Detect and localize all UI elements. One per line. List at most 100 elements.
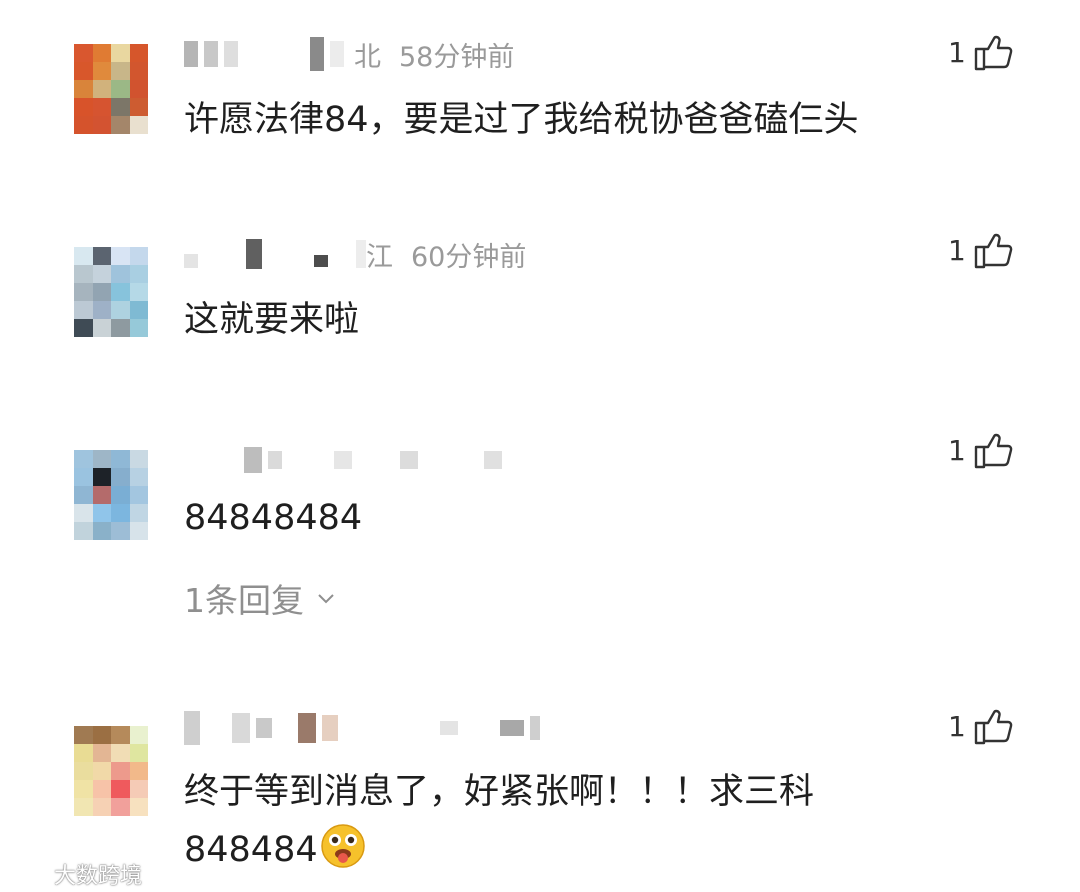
- comment-text: 许愿法律84，要是过了我给税协爸爸磕仨头: [184, 100, 859, 140]
- like-count: 1: [948, 233, 966, 267]
- avatar[interactable]: [74, 44, 148, 134]
- avatar-pixel: [74, 522, 93, 540]
- avatar-pixel: [111, 726, 130, 744]
- comment-text-number: 848484: [184, 830, 318, 870]
- avatar-pixel: [74, 265, 93, 283]
- thumbs-up-icon: [974, 709, 1013, 745]
- avatar-pixel: [92, 486, 111, 504]
- avatar-pixel: [74, 116, 93, 134]
- chevron-down-icon: [318, 594, 334, 604]
- like-button[interactable]: 1: [948, 30, 1014, 74]
- avatar-pixel: [111, 486, 130, 504]
- comment-time: 58分钟前: [399, 41, 515, 73]
- avatar-pixel: [111, 762, 130, 780]
- avatar-pixel: [129, 798, 148, 816]
- avatar-pixel: [92, 62, 111, 80]
- avatar-pixel: [129, 283, 148, 301]
- avatar-pixel: [129, 116, 148, 134]
- avatar-pixel: [74, 780, 93, 798]
- avatar[interactable]: [74, 247, 148, 337]
- watermark-logo-icon: [11, 867, 50, 884]
- comment-time: 60分钟前: [411, 241, 527, 273]
- avatar-pixel: [74, 319, 93, 337]
- avatar-pixel: [74, 726, 93, 744]
- avatar-pixel: [92, 98, 111, 116]
- avatar-pixel: [129, 504, 148, 522]
- avatar-pixel: [74, 44, 93, 62]
- avatar-pixel: [129, 98, 148, 116]
- avatar-pixel: [111, 780, 130, 798]
- avatar-pixel: [74, 301, 93, 319]
- avatar-pixel: [111, 80, 130, 98]
- watermark: 大数跨境: [10, 858, 142, 890]
- avatar-pixel: [92, 726, 111, 744]
- avatar-pixel: [129, 80, 148, 98]
- avatar[interactable]: [74, 450, 148, 540]
- avatar-pixel: [111, 283, 130, 301]
- avatar-pixel: [129, 468, 148, 486]
- avatar-pixel: [111, 450, 130, 468]
- avatar-pixel: [92, 468, 111, 486]
- avatar-pixel: [129, 247, 148, 265]
- avatar-pixel: [74, 247, 93, 265]
- avatar-pixel: [92, 283, 111, 301]
- view-replies-button[interactable]: 1条回复: [184, 574, 336, 622]
- avatar-pixel: [129, 450, 148, 468]
- avatar-pixel: [111, 522, 130, 540]
- username-blurred[interactable]: [184, 447, 502, 473]
- tongue-face-emoji-icon: [320, 824, 365, 868]
- like-count: 1: [948, 709, 966, 743]
- comment-text-line: 终于等到消息了，好紧张啊！！！求三科: [184, 772, 815, 812]
- avatar-pixel: [111, 44, 130, 62]
- like-button[interactable]: 1: [948, 428, 1014, 472]
- comment-meta: 江 60分钟前: [184, 234, 526, 274]
- comment-text: 这就要来啦: [184, 300, 360, 340]
- avatar-pixel: [74, 504, 93, 522]
- like-button[interactable]: 1: [948, 704, 1014, 748]
- avatar-pixel: [129, 522, 148, 540]
- avatar-pixel: [92, 319, 111, 337]
- avatar[interactable]: [74, 726, 148, 816]
- avatar-pixel: [92, 762, 111, 780]
- avatar-pixel: [92, 798, 111, 816]
- username-blurred[interactable]: [184, 37, 344, 71]
- comment-text-line: 848484: [184, 822, 366, 878]
- avatar-pixel: [129, 62, 148, 80]
- username-blurred[interactable]: [184, 239, 366, 269]
- avatar-pixel: [111, 468, 130, 486]
- avatar-pixel: [74, 62, 93, 80]
- avatar-pixel: [74, 283, 93, 301]
- avatar-pixel: [111, 247, 130, 265]
- avatar-pixel: [92, 744, 111, 762]
- like-count: 1: [948, 433, 966, 467]
- like-count: 1: [948, 35, 966, 69]
- comment-meta: [184, 440, 502, 480]
- avatar-pixel: [92, 265, 111, 283]
- replies-label: 1条回复: [184, 581, 304, 620]
- username-blurred[interactable]: [184, 711, 540, 745]
- avatar-pixel: [111, 301, 130, 319]
- avatar-pixel: [74, 744, 93, 762]
- avatar-pixel: [129, 319, 148, 337]
- watermark-text: 大数跨境: [54, 864, 143, 889]
- avatar-pixel: [111, 798, 130, 816]
- avatar-pixel: [111, 744, 130, 762]
- username-suffix: 江: [366, 241, 393, 273]
- avatar-pixel: [74, 80, 93, 98]
- avatar-pixel: [92, 301, 111, 319]
- avatar-pixel: [111, 62, 130, 80]
- avatar-pixel: [92, 522, 111, 540]
- avatar-pixel: [111, 504, 130, 522]
- avatar-pixel: [92, 450, 111, 468]
- avatar-pixel: [111, 319, 130, 337]
- avatar-pixel: [92, 504, 111, 522]
- avatar-pixel: [74, 762, 93, 780]
- like-button[interactable]: 1: [948, 228, 1014, 272]
- avatar-pixel: [92, 80, 111, 98]
- avatar-pixel: [129, 301, 148, 319]
- avatar-pixel: [129, 744, 148, 762]
- avatar-pixel: [129, 762, 148, 780]
- avatar-pixel: [129, 486, 148, 504]
- avatar-pixel: [111, 116, 130, 134]
- avatar-pixel: [129, 44, 148, 62]
